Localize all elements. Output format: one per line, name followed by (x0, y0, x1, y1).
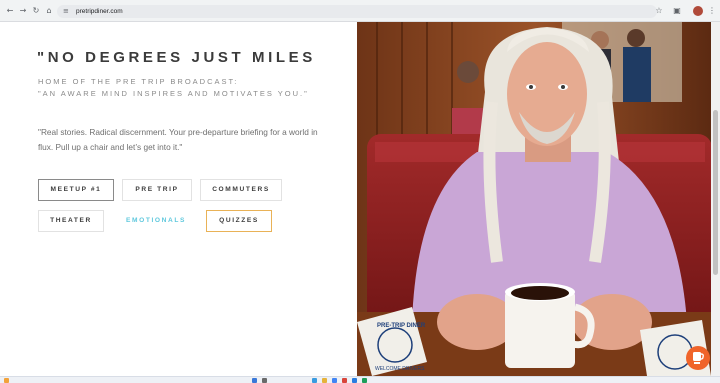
app-icon[interactable] (342, 378, 347, 383)
commuters-button[interactable]: COMMUTERS (200, 179, 282, 201)
address-bar[interactable]: ≡ pretripdiner.com (57, 5, 657, 18)
chat-button[interactable] (686, 346, 710, 370)
profile-avatar[interactable] (693, 6, 703, 16)
emotionals-button[interactable]: EMOTIONALS (120, 210, 192, 232)
search-icon[interactable] (262, 378, 267, 383)
forward-icon[interactable]: → (18, 6, 28, 16)
hero-photo: PRE-TRIP DINER WELCOME DRIVERS (357, 22, 711, 376)
napkin-text-2: WELCOME DRIVERS (375, 366, 425, 372)
store-icon[interactable] (352, 378, 357, 383)
subtitle-line-1: HOME OF THE PRE TRIP BROADCAST: (38, 77, 239, 86)
explorer-icon[interactable] (322, 378, 327, 383)
edge-icon[interactable] (312, 378, 317, 383)
browser-toolbar: ← → ↻ ⌂ ≡ pretripdiner.com ☆ ▣ ⋮ (0, 0, 720, 22)
app2-icon[interactable] (362, 378, 367, 383)
quizzes-button[interactable]: QUIZZES (206, 210, 272, 232)
site-settings-icon[interactable]: ≡ (63, 7, 72, 16)
intro-paragraph: "Real stories. Radical discernment. Your… (38, 127, 318, 152)
chrome-icon[interactable] (332, 378, 337, 383)
chat-icon (693, 352, 704, 364)
scrollbar-thumb[interactable] (713, 110, 718, 275)
meetup-button[interactable]: MEETUP #1 (38, 179, 114, 201)
bookmark-star-icon[interactable]: ☆ (654, 6, 664, 16)
back-icon[interactable]: ← (5, 6, 15, 16)
reload-icon[interactable]: ↻ (31, 6, 41, 16)
url-text[interactable]: pretripdiner.com (76, 6, 123, 17)
theater-button[interactable]: THEATER (38, 210, 104, 232)
subtitle-line-2: "AN AWARE MIND INSPIRES AND MOTIVATES YO… (38, 89, 309, 98)
start-icon[interactable] (252, 378, 257, 383)
home-icon[interactable]: ⌂ (44, 6, 54, 16)
os-taskbar (0, 376, 720, 383)
hero-section: "NO DEGREES JUST MILES HOME OF THE PRE T… (0, 22, 357, 376)
weather-icon[interactable] (4, 378, 9, 383)
extensions-icon[interactable]: ▣ (672, 6, 682, 16)
menu-icon[interactable]: ⋮ (707, 6, 717, 16)
napkin-text-1: PRE-TRIP DINER (377, 323, 426, 329)
page-title: "NO DEGREES JUST MILES (37, 49, 316, 66)
pre-trip-button[interactable]: PRE TRIP (122, 179, 192, 201)
